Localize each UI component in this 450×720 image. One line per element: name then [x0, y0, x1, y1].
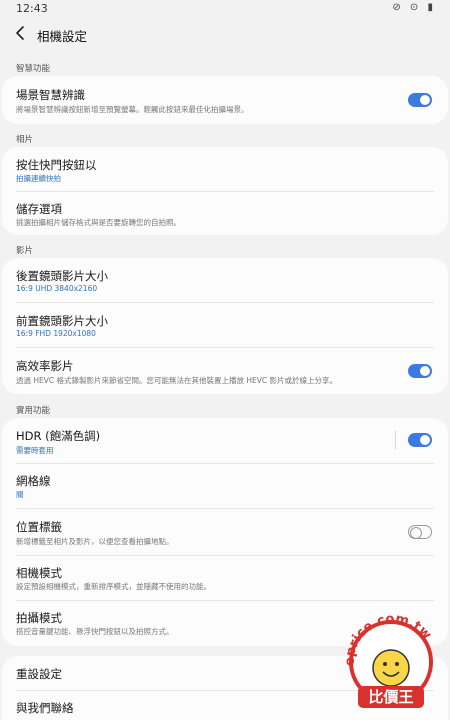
setting-storage-options[interactable]: 儲存選項 挑選拍攝相片儲存格式與是否要旋轉您的自拍照。: [2, 192, 448, 235]
setting-scene-optimizer[interactable]: 場景智慧辨識 將場景智慧辨識按鈕新增至預覽螢幕。輕觸此按鈕來最佳化拍攝場景。: [2, 76, 448, 124]
setting-grid-lines[interactable]: 網格線 關: [2, 464, 448, 508]
hevc-toggle[interactable]: [408, 364, 432, 378]
section-label-videos: 影片: [16, 246, 34, 256]
setting-title: 高效率影片: [16, 359, 74, 373]
setting-description: 透過 HEVC 格式錄製影片來節省空間。您可能無法在其他裝置上播放 HEVC 影…: [16, 376, 338, 385]
hdr-toggle[interactable]: [408, 433, 432, 447]
card-videos: 後置鏡頭影片大小 16:9 UHD 3840x2160 前置鏡頭影片大小 16:…: [2, 258, 448, 394]
setting-description: 搭控音量鍵功能、懸浮快門按鈕以及拍照方式。: [16, 627, 174, 636]
svg-text:比價王: 比價王: [368, 688, 413, 706]
status-time: 12:43: [16, 2, 48, 15]
setting-hold-shutter[interactable]: 按住快門按鈕以 拍攝連續快拍: [2, 147, 448, 191]
setting-hevc[interactable]: 高效率影片 透過 HEVC 格式錄製影片來節省空間。您可能無法在其他裝置上播放 …: [2, 348, 448, 394]
app-header: 相機設定: [0, 20, 450, 48]
setting-description: 將場景智慧辨識按鈕新增至預覽螢幕。輕觸此按鈕來最佳化拍攝場景。: [16, 105, 249, 114]
card-intelligent: 場景智慧辨識 將場景智慧辨識按鈕新增至預覽螢幕。輕觸此按鈕來最佳化拍攝場景。: [2, 76, 448, 124]
status-icons: ⊘ ⊙ ▮: [392, 2, 436, 13]
setting-description: 設定預設相機模式，重新排序模式，並隱藏不使用的功能。: [16, 582, 211, 591]
vertical-separator: [395, 431, 396, 449]
setting-title: 相機模式: [16, 566, 62, 580]
setting-location-tags[interactable]: 位置標籤 新增標籤至相片及影片，以便您查看拍攝地點。: [2, 509, 448, 555]
setting-camera-modes[interactable]: 相機模式 設定預設相機模式，重新排序模式，並隱藏不使用的功能。: [2, 556, 448, 600]
setting-description: 新增標籤至相片及影片，以便您查看拍攝地點。: [16, 537, 174, 546]
setting-title: 場景智慧辨識: [16, 88, 85, 102]
setting-front-video-size[interactable]: 前置鏡頭影片大小 16:9 FHD 1920x1080: [2, 303, 448, 347]
setting-title: 與我們聯絡: [16, 701, 74, 715]
setting-title: 拍攝模式: [16, 611, 62, 625]
status-bar: 12:43 ⊘ ⊙ ▮: [0, 0, 450, 18]
setting-title: HDR (飽滿色調): [16, 429, 101, 443]
section-label-useful: 實用功能: [16, 406, 51, 416]
setting-value: 需要時套用: [16, 446, 54, 455]
card-pictures: 按住快門按鈕以 拍攝連續快拍 儲存選項 挑選拍攝相片儲存格式與是否要旋轉您的自拍…: [2, 147, 448, 235]
setting-value: 拍攝連續快拍: [16, 174, 61, 183]
setting-rear-video-size[interactable]: 後置鏡頭影片大小 16:9 UHD 3840x2160: [2, 258, 448, 302]
section-label-pictures: 相片: [16, 135, 34, 145]
setting-title: 網格線: [16, 474, 51, 488]
setting-value: 關: [16, 490, 24, 499]
setting-value: 16:9 UHD 3840x2160: [16, 284, 98, 293]
setting-title: 位置標籤: [16, 520, 62, 534]
setting-title: 前置鏡頭影片大小: [16, 314, 108, 328]
page-title: 相機設定: [37, 29, 88, 44]
section-label-intelligent: 智慧功能: [16, 64, 51, 74]
setting-title: 重設設定: [16, 667, 62, 681]
setting-description: 挑選拍攝相片儲存格式與是否要旋轉您的自拍照。: [16, 218, 181, 227]
scene-optimizer-toggle[interactable]: [408, 93, 432, 107]
setting-value: 16:9 FHD 1920x1080: [16, 329, 96, 338]
setting-title: 後置鏡頭影片大小: [16, 269, 108, 283]
location-tags-toggle[interactable]: [408, 525, 432, 539]
setting-hdr[interactable]: HDR (飽滿色調) 需要時套用: [2, 418, 448, 463]
eprice-watermark-logo: eprice.com.tw 比價王: [343, 612, 434, 708]
setting-title: 儲存選項: [16, 202, 62, 216]
setting-title: 按住快門按鈕以: [16, 158, 97, 172]
back-arrow-icon[interactable]: [14, 25, 28, 41]
